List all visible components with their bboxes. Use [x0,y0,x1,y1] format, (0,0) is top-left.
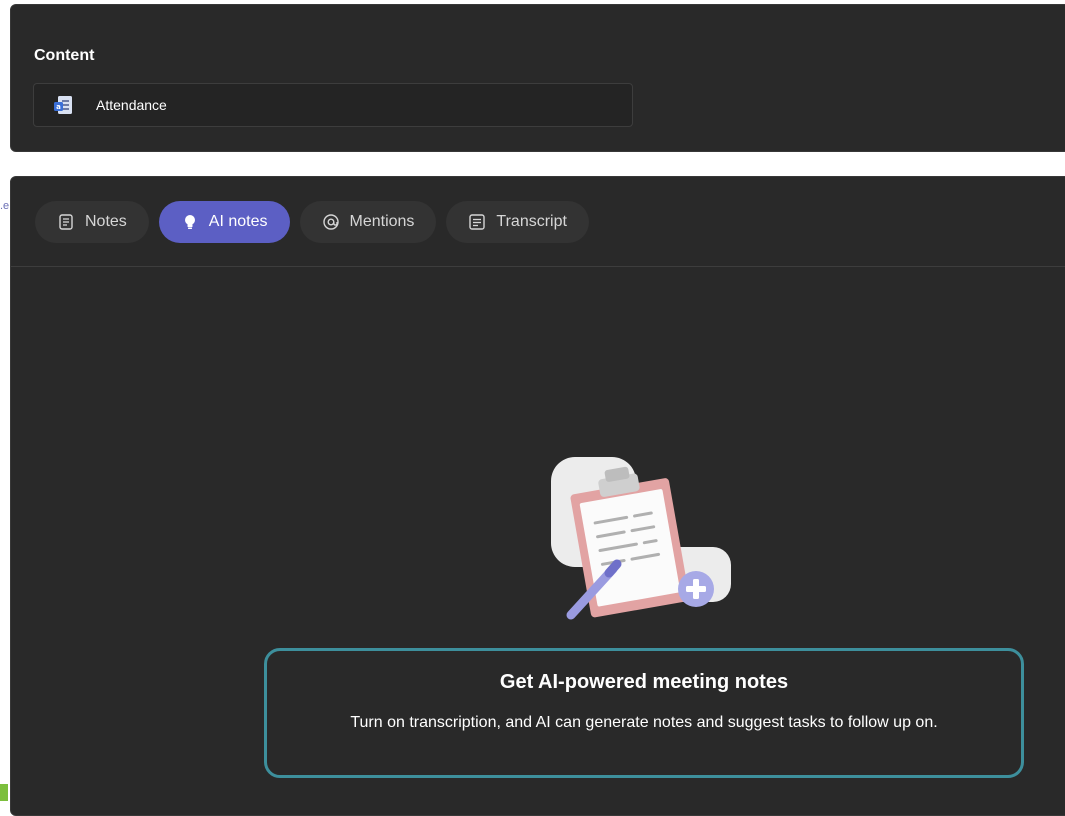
notes-icon [59,214,73,230]
at-icon [322,214,339,230]
tab-notes-label: Notes [85,213,127,230]
svg-text:a: a [56,103,61,111]
attendance-label: Attendance [96,97,167,113]
content-title: Content [34,47,95,64]
clipped-edge-text: .e [0,200,10,212]
notes-tabs: Notes AI notes Mentions Transcript [35,201,589,243]
tab-mentions[interactable]: Mentions [299,201,437,243]
empty-state-title: Get AI-powered meeting notes [499,671,789,693]
clipboard-illustration [551,457,731,620]
tabs-divider [11,266,1065,267]
content-section: Content a Attendance [10,4,1065,152]
notes-panel: Notes AI notes Mentions Transcript Get A… [10,176,1065,816]
taskbar-edge-mark [0,784,8,801]
empty-state-body: Turn on transcription, and AI can genera… [350,714,938,731]
tab-mentions-label: Mentions [349,213,415,230]
tab-transcript[interactable]: Transcript [446,201,589,243]
tab-ai-notes-label: AI notes [208,213,268,230]
transcript-icon [469,214,486,230]
lightbulb-icon [184,215,195,229]
tab-transcript-label: Transcript [496,213,567,230]
attendance-item[interactable]: a Attendance [33,83,633,127]
ai-notes-info-box: Get AI-powered meeting notes Turn on tra… [264,648,1024,778]
tab-notes[interactable]: Notes [35,201,149,243]
tab-ai-notes[interactable]: AI notes [158,201,290,243]
attendance-file-icon: a [54,96,72,114]
